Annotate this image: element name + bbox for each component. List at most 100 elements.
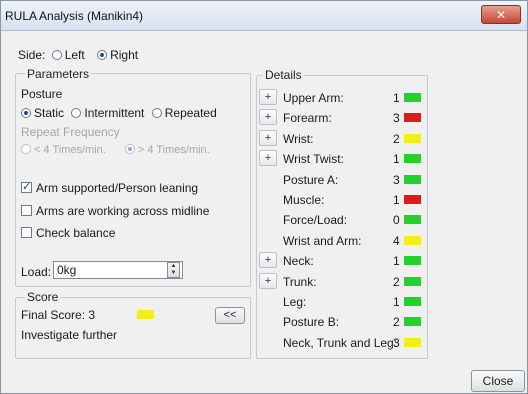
- detail-score-value: 0: [393, 213, 400, 227]
- side-right-radio[interactable]: [97, 50, 108, 60]
- score-message: Investigate further: [21, 328, 118, 342]
- detail-label: Posture B:: [283, 315, 340, 329]
- detail-score-value: 1: [393, 152, 400, 166]
- detail-row: Posture B: 2: [259, 313, 425, 331]
- spin-up-icon[interactable]: ▲: [168, 263, 179, 270]
- detail-label: Posture A:: [283, 173, 339, 187]
- detail-label: Trunk:: [283, 275, 317, 289]
- detail-row: + Upper Arm: 1: [259, 89, 425, 107]
- repeat-more-option[interactable]: > 4 Times/min.: [124, 144, 210, 156]
- side-right-label: Right: [110, 48, 139, 62]
- expand-plus-icon[interactable]: +: [259, 273, 277, 289]
- checkbox-check-balance[interactable]: Check balance: [21, 226, 115, 240]
- detail-score-value: 1: [393, 193, 400, 207]
- detail-score-value: 2: [393, 132, 400, 146]
- detail-score-value: 2: [393, 275, 400, 289]
- detail-row: Neck, Trunk and Leg: 3: [259, 334, 425, 352]
- detail-score-swatch: [404, 175, 421, 184]
- repeat-less-option[interactable]: < 4 Times/min.: [21, 144, 106, 156]
- expand-plus-icon[interactable]: +: [259, 109, 277, 125]
- collapse-details-button[interactable]: <<: [215, 307, 245, 324]
- side-right-option[interactable]: Right: [97, 48, 138, 62]
- posture-intermittent-option[interactable]: Intermittent: [71, 106, 144, 120]
- detail-score-swatch: [404, 277, 421, 286]
- detail-row: + Trunk: 2: [259, 273, 425, 291]
- expand-plus-icon[interactable]: +: [259, 89, 277, 105]
- detail-row: + Wrist Twist: 1: [259, 150, 425, 168]
- side-left-radio[interactable]: [51, 50, 62, 60]
- detail-score-swatch: [404, 297, 421, 306]
- load-spinner[interactable]: ▲ ▼: [167, 262, 180, 278]
- posture-static-radio[interactable]: [21, 108, 31, 118]
- posture-static-label: Static: [34, 106, 65, 120]
- final-score-label: Final Score: 3: [21, 308, 96, 322]
- parameters-title: Parameters: [25, 67, 92, 81]
- posture-static-option[interactable]: Static: [21, 106, 64, 120]
- posture-repeated-option[interactable]: Repeated: [151, 106, 217, 120]
- detail-score-value: 3: [393, 173, 400, 187]
- detail-label: Neck, Trunk and Leg:: [283, 336, 398, 350]
- details-title: Details: [263, 68, 304, 82]
- detail-score-value: 3: [393, 111, 400, 125]
- detail-score-value: 1: [393, 254, 400, 268]
- expand-plus-icon[interactable]: +: [259, 252, 277, 268]
- side-left-label: Left: [64, 48, 85, 62]
- repeat-less-radio[interactable]: [21, 144, 31, 154]
- detail-row: + Neck: 1: [259, 252, 425, 270]
- posture-intermittent-label: Intermittent: [84, 106, 145, 120]
- detail-score-swatch: [404, 317, 421, 326]
- detail-score-value: 4: [393, 234, 400, 248]
- posture-options: Static Intermittent Repeated: [21, 106, 217, 120]
- repeat-frequency-label: Repeat Frequency: [21, 125, 120, 139]
- close-window-icon[interactable]: ✕: [481, 5, 521, 24]
- detail-label: Neck:: [283, 254, 314, 268]
- window-title: RULA Analysis (Manikin4): [5, 9, 144, 23]
- posture-repeated-radio[interactable]: [151, 108, 162, 118]
- repeat-more-radio[interactable]: [124, 144, 135, 154]
- title-bar: RULA Analysis (Manikin4) ✕: [1, 1, 527, 31]
- spin-down-icon[interactable]: ▼: [168, 270, 179, 277]
- posture-label: Posture: [21, 87, 63, 101]
- detail-label: Forearm:: [283, 111, 332, 125]
- detail-score-swatch: [404, 93, 421, 102]
- repeat-less-label: < 4 Times/min.: [34, 144, 106, 156]
- load-input[interactable]: 0kg: [53, 261, 183, 279]
- check-balance-checkbox[interactable]: [21, 227, 32, 238]
- detail-score-swatch: [404, 256, 421, 265]
- posture-intermittent-radio[interactable]: [71, 108, 82, 118]
- detail-row: Leg: 1: [259, 293, 425, 311]
- checkbox-across-midline[interactable]: Arms are working across midline: [21, 204, 209, 218]
- detail-label: Wrist:: [283, 132, 314, 146]
- detail-score-swatch: [404, 338, 421, 347]
- detail-score-value: 2: [393, 315, 400, 329]
- posture-repeated-label: Repeated: [164, 106, 217, 120]
- repeat-frequency-options: < 4 Times/min. > 4 Times/min.: [21, 144, 210, 156]
- detail-score-swatch: [404, 134, 421, 143]
- detail-row: + Forearm: 3: [259, 109, 425, 127]
- repeat-more-label: > 4 Times/min.: [137, 144, 210, 156]
- checkbox-arm-supported[interactable]: Arm supported/Person leaning: [21, 180, 199, 195]
- detail-row: Posture A: 3: [259, 171, 425, 189]
- detail-row: Force/Load: 0: [259, 211, 425, 229]
- score-title: Score: [25, 290, 61, 304]
- detail-label: Leg:: [283, 295, 307, 309]
- detail-label: Muscle:: [283, 193, 325, 207]
- final-score-swatch: [137, 310, 154, 319]
- across-midline-checkbox[interactable]: [21, 205, 32, 216]
- detail-label: Wrist and Arm:: [283, 234, 362, 248]
- expand-plus-icon[interactable]: +: [259, 150, 277, 166]
- arm-supported-checkbox[interactable]: [21, 180, 32, 193]
- arm-supported-label: Arm supported/Person leaning: [36, 181, 199, 195]
- detail-row: + Wrist: 2: [259, 130, 425, 148]
- close-button[interactable]: Close: [471, 370, 525, 392]
- side-left-option[interactable]: Left: [51, 48, 85, 62]
- expand-plus-icon[interactable]: +: [259, 130, 277, 146]
- detail-row: Wrist and Arm: 4: [259, 232, 425, 250]
- detail-score-swatch: [404, 215, 421, 224]
- detail-label: Wrist Twist:: [283, 152, 344, 166]
- detail-score-swatch: [404, 154, 421, 163]
- detail-label: Upper Arm:: [283, 91, 344, 105]
- detail-label: Force/Load:: [283, 213, 348, 227]
- detail-score-swatch: [404, 195, 421, 204]
- detail-score-value: 1: [393, 295, 400, 309]
